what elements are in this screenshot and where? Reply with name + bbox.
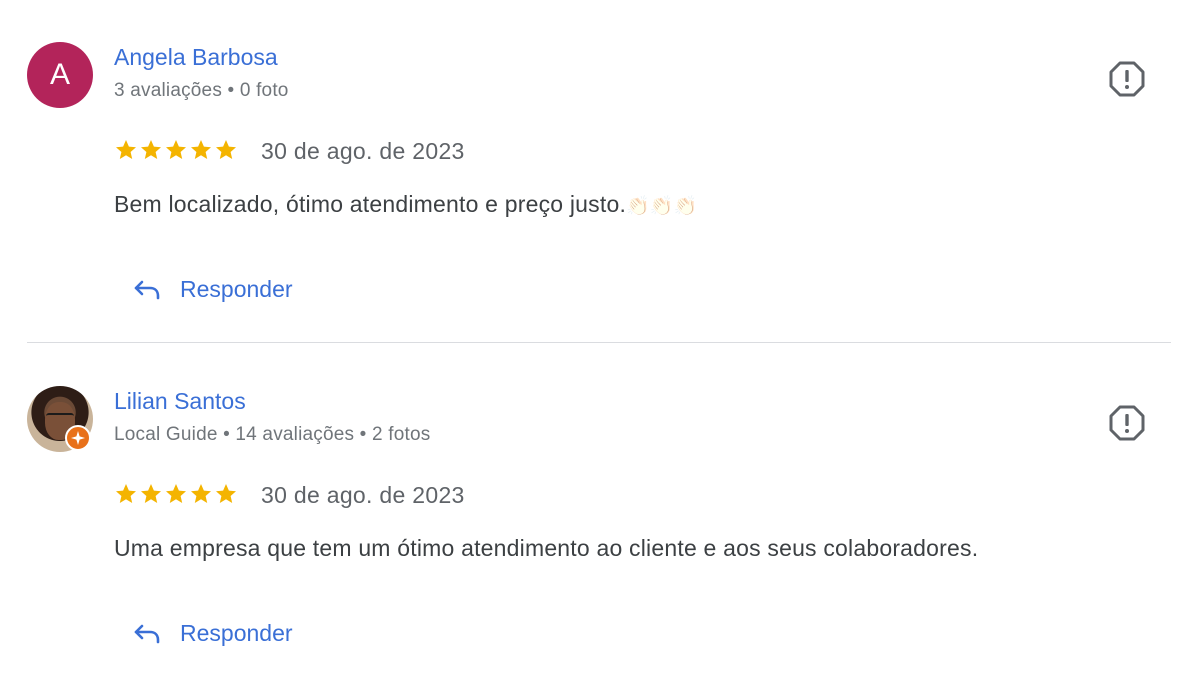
star-icon: [141, 140, 161, 159]
avatar[interactable]: A: [27, 42, 93, 108]
reply-icon: [134, 624, 160, 644]
report-icon[interactable]: [1108, 60, 1146, 98]
review-text-body: Bem localizado, ótimo atendimento e preç…: [114, 191, 627, 217]
avatar-glasses: [46, 413, 74, 421]
review-card: A Angela Barbosa 3 avaliações • 0 foto 3…: [0, 0, 1198, 343]
reply-label: Responder: [180, 619, 293, 646]
reply-label: Responder: [180, 275, 293, 302]
star-icon: [216, 140, 236, 159]
sparkle-icon: [71, 431, 85, 445]
author-name[interactable]: Angela Barbosa: [114, 44, 278, 71]
report-icon[interactable]: [1108, 404, 1146, 442]
star-icon: [191, 484, 211, 503]
reply-icon: [134, 280, 160, 300]
star-icon: [166, 484, 186, 503]
star-icon: [116, 484, 136, 503]
avatar[interactable]: [27, 386, 93, 452]
star-rating: [114, 482, 238, 506]
star-icon: [141, 484, 161, 503]
star-icon: [166, 140, 186, 159]
clapping-hands-emoji: 👏🏻👏🏻👏🏻: [626, 196, 698, 217]
avatar-letter: A: [49, 58, 70, 91]
author-meta: 3 avaliações • 0 foto: [114, 80, 289, 101]
author-meta: Local Guide • 14 avaliações • 2 fotos: [114, 424, 431, 445]
divider: [27, 342, 1171, 343]
review-date: 30 de ago. de 2023: [261, 138, 465, 164]
review-card: Lilian Santos Local Guide • 14 avaliaçõe…: [0, 344, 1198, 682]
reply-button[interactable]: Responder: [128, 612, 297, 654]
reply-button[interactable]: Responder: [128, 268, 297, 310]
reviews-list: A Angela Barbosa 3 avaliações • 0 foto 3…: [0, 0, 1198, 682]
star-icon: [191, 140, 211, 159]
review-text: Bem localizado, ótimo atendimento e preç…: [114, 191, 698, 218]
author-name[interactable]: Lilian Santos: [114, 388, 246, 415]
star-icon: [116, 140, 136, 159]
star-icon: [216, 484, 236, 503]
review-text: Uma empresa que tem um ótimo atendimento…: [114, 535, 979, 561]
star-rating: [114, 138, 238, 162]
local-guide-badge-icon: [65, 425, 91, 451]
review-date: 30 de ago. de 2023: [261, 482, 465, 508]
